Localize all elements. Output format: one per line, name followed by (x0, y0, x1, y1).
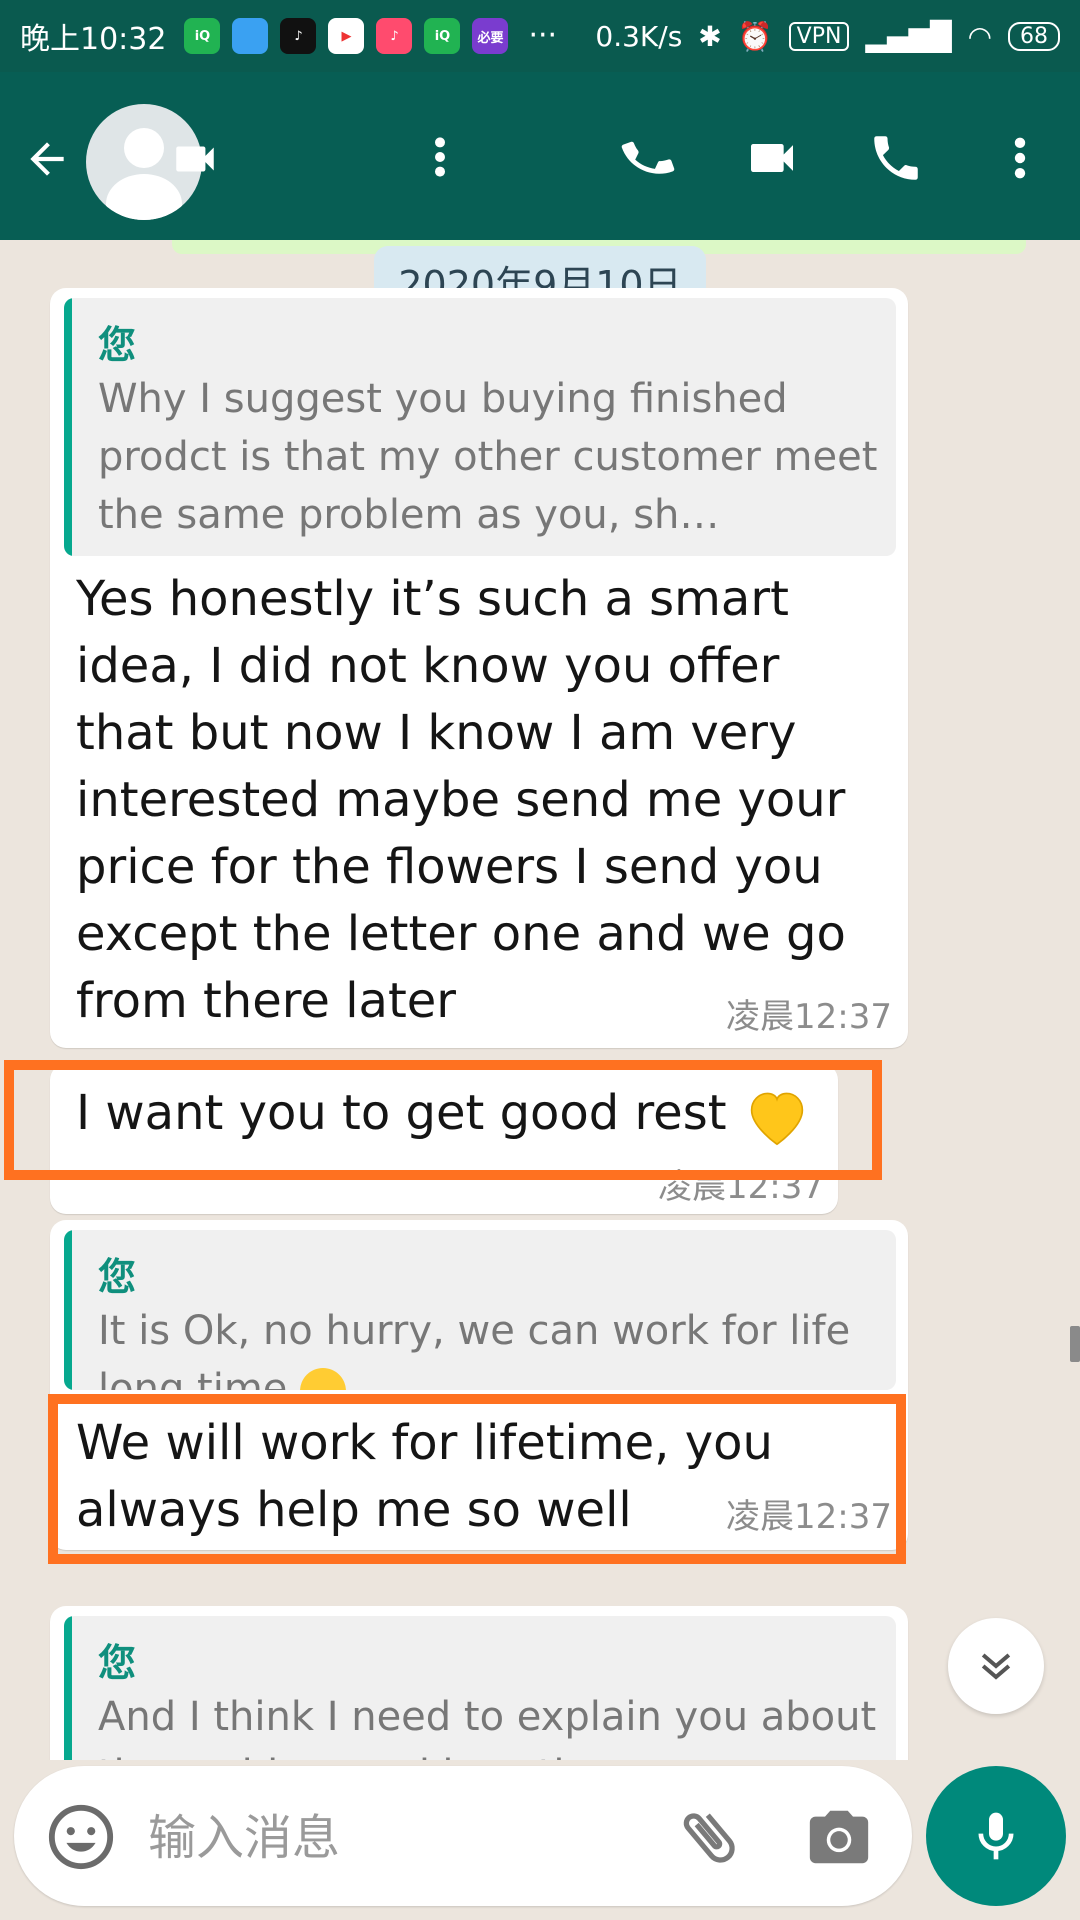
message-composer (14, 1766, 912, 1906)
status-bar: 晚上10:32 iQ ♪ ▶ ♪ iQ 必要 ··· 0.3K/s ✱ ⏰ VP… (0, 0, 1080, 72)
video-call-icon[interactable] (742, 128, 802, 188)
message-input[interactable] (146, 1800, 630, 1876)
paperclip-icon[interactable] (674, 1802, 744, 1872)
network-speed: 0.3K/s (595, 19, 683, 53)
quoted-message[interactable]: 您 And I think I need to explain you abou… (64, 1616, 896, 1760)
message-time: 凌晨12:37 (726, 997, 892, 1037)
incoming-message-bubble[interactable]: 您 Why I suggest you buying finished prod… (50, 288, 908, 1048)
quote-author: 您 (98, 1255, 137, 1299)
camera-icon[interactable] (804, 1804, 874, 1870)
video-mini-icon (176, 146, 214, 172)
more-notifications-icon: ··· (528, 18, 558, 53)
chat-header (0, 72, 1080, 240)
chat-area[interactable]: 2020年9月10日 您 Why I suggest you buying fi… (0, 240, 1080, 1760)
more-icon[interactable] (430, 132, 450, 182)
scroll-down-button[interactable] (948, 1618, 1044, 1714)
header-actions (618, 128, 1050, 188)
microphone-icon (978, 1812, 1014, 1860)
arrow-left-icon[interactable] (22, 134, 72, 184)
microphone-button[interactable] (926, 1766, 1066, 1906)
iqiyi-icon: iQ (184, 18, 221, 54)
quote-text: Why I suggest you buying finished prodct… (98, 376, 878, 538)
music-icon: ♪ (376, 18, 413, 54)
status-indicators: 0.3K/s ✱ ⏰ VPN ▂▄▆█ ◠ 68 (595, 20, 1060, 53)
status-time: 晚上10:32 (20, 22, 167, 57)
quoted-message[interactable]: 您 Why I suggest you buying finished prod… (64, 298, 896, 556)
quote-author: 您 (98, 1641, 137, 1685)
alarm-icon: ⏰ (737, 19, 773, 53)
notification-app-icons: iQ ♪ ▶ ♪ iQ 必要 ··· (184, 18, 557, 54)
battery-indicator: 68 (1008, 21, 1060, 51)
video-icon: ▶ (328, 18, 365, 54)
voice-call-icon[interactable] (866, 128, 926, 188)
bluetooth-icon: ✱ (698, 19, 722, 53)
quoted-message[interactable]: 您 It is Ok, no hurry, we can work for li… (64, 1230, 896, 1390)
more-icon[interactable] (990, 128, 1050, 188)
highlight-box (48, 1394, 906, 1564)
quote-author: 您 (98, 323, 137, 367)
biyao-icon: 必要 (472, 18, 509, 54)
double-chevron-down-icon (981, 1653, 1011, 1680)
vpn-badge: VPN (788, 21, 850, 51)
smile-emoji-icon (300, 1368, 347, 1390)
iqiyi-icon: iQ (424, 18, 461, 54)
quote-text-content: It is Ok, no hurry, we can work for life… (98, 1308, 851, 1390)
tiktok-icon: ♪ (280, 18, 317, 54)
quote-text: It is Ok, no hurry, we can work for life… (98, 1302, 878, 1390)
emoji-icon[interactable] (46, 1802, 116, 1872)
message-text: Yes honestly it’s such a smart idea, I d… (76, 571, 846, 1029)
incoming-message-bubble[interactable]: 您 And I think I need to explain you abou… (50, 1606, 908, 1760)
scroll-indicator[interactable] (1070, 1326, 1080, 1362)
wifi-icon: ◠ (967, 19, 992, 53)
highlight-box (4, 1060, 882, 1180)
call-add-icon[interactable] (618, 128, 678, 188)
browser-icon (232, 18, 269, 54)
signal-icon: ▂▄▆█ (865, 19, 952, 53)
quote-text: And I think I need to explain you about … (98, 1694, 877, 1760)
